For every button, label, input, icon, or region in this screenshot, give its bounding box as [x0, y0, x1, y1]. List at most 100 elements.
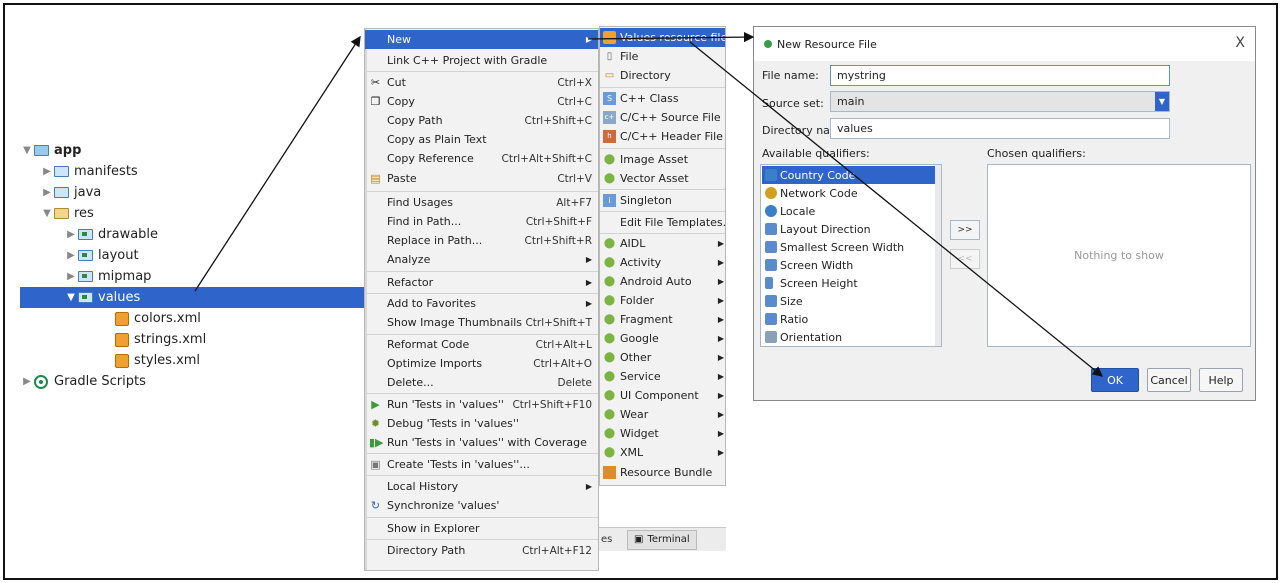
tree-item-res[interactable]: ▼ res	[40, 203, 94, 224]
collapse-arrow-icon[interactable]: ▼	[20, 145, 34, 156]
tree-item-layout[interactable]: ▶ layout	[64, 245, 138, 266]
qualifier-smallest-screen-width[interactable]: Smallest Screen Width	[762, 238, 935, 256]
submenu-item-cpp-source[interactable]: c+ C/C++ Source File	[600, 108, 725, 127]
submenu-item-cpp-class[interactable]: S C++ Class	[600, 89, 725, 108]
help-button[interactable]: Help	[1199, 368, 1243, 392]
qualifier-country-code[interactable]: Country Code	[762, 166, 935, 184]
submenu-item-image-asset[interactable]: ⬤ Image Asset	[600, 150, 725, 169]
collapse-arrow-icon[interactable]: ▼	[40, 208, 54, 219]
network-code-icon	[765, 187, 777, 199]
tree-item-app[interactable]: ▼ app	[20, 140, 81, 161]
tree-item-label: java	[74, 185, 102, 200]
menu-item-copy-reference[interactable]: Copy Reference Ctrl+Alt+Shift+C	[365, 149, 598, 168]
expand-arrow-icon[interactable]: ▶	[64, 229, 78, 240]
submenu-item-xml[interactable]: ⬤ XML ▶	[600, 443, 725, 462]
available-qualifiers-list[interactable]: Country Code Network Code Locale Layout …	[760, 164, 942, 347]
tree-item-values[interactable]: ▼ values	[20, 287, 365, 308]
menu-item-local-history[interactable]: Local History ▶	[365, 477, 598, 496]
qualifier-size[interactable]: Size	[762, 292, 935, 310]
chosen-qualifiers-list[interactable]: Nothing to show	[987, 164, 1251, 347]
qualifier-screen-height[interactable]: Screen Height	[762, 274, 935, 292]
submenu-item-values-resource-file[interactable]: Values resource file	[600, 28, 725, 47]
menu-item-analyze[interactable]: Analyze ▶	[365, 250, 598, 269]
tree-item-mipmap[interactable]: ▶ mipmap	[64, 266, 151, 287]
menu-item-optimize-imports[interactable]: Optimize Imports Ctrl+Alt+O	[365, 354, 598, 373]
source-set-select[interactable]: main ▼	[830, 91, 1170, 112]
expand-arrow-icon[interactable]: ▶	[40, 187, 54, 198]
submenu-item-aidl[interactable]: ⬤ AIDL ▶	[600, 234, 725, 253]
submenu-arrow-icon: ▶	[717, 258, 724, 267]
tree-item-gradle-scripts[interactable]: ▶ Gradle Scripts	[20, 371, 146, 392]
qualifier-layout-direction[interactable]: Layout Direction	[762, 220, 935, 238]
menu-item-show-in-explorer[interactable]: Show in Explorer	[365, 519, 598, 538]
tree-item-colors-xml[interactable]: colors.xml	[115, 308, 201, 329]
qualifier-locale[interactable]: Locale	[762, 202, 935, 220]
menu-item-replace-in-path[interactable]: Replace in Path... Ctrl+Shift+R	[365, 231, 598, 250]
submenu-item-directory[interactable]: ▭ Directory	[600, 66, 725, 85]
submenu-item-resource-bundle[interactable]: Resource Bundle	[600, 463, 725, 482]
menu-item-find-in-path[interactable]: Find in Path... Ctrl+Shift+F	[365, 212, 598, 231]
add-qualifier-button[interactable]: >>	[950, 220, 980, 240]
tree-item-manifests[interactable]: ▶ manifests	[40, 161, 138, 182]
expand-arrow-icon[interactable]: ▶	[64, 250, 78, 261]
tree-item-java[interactable]: ▶ java	[40, 182, 101, 203]
submenu-item-vector-asset[interactable]: ⬤ Vector Asset	[600, 169, 725, 188]
menu-item-run-with-coverage[interactable]: ▮▶ Run 'Tests in 'values'' with Coverage	[365, 433, 598, 452]
collapse-arrow-icon[interactable]: ▼	[64, 292, 78, 303]
submenu-item-android-auto[interactable]: ⬤ Android Auto ▶	[600, 272, 725, 291]
menu-item-refactor[interactable]: Refactor ▶	[365, 273, 598, 292]
expand-arrow-icon[interactable]: ▶	[20, 376, 34, 387]
qualifier-screen-width[interactable]: Screen Width	[762, 256, 935, 274]
menu-item-run-tests[interactable]: ▶ Run 'Tests in 'values'' Ctrl+Shift+F10	[365, 395, 598, 414]
submenu-item-folder[interactable]: ⬤ Folder ▶	[600, 291, 725, 310]
submenu-item-widget[interactable]: ⬤ Widget ▶	[600, 424, 725, 443]
menu-item-create-tests[interactable]: ▣ Create 'Tests in 'values''...	[365, 455, 598, 474]
submenu-item-edit-file-templates[interactable]: Edit File Templates...	[600, 213, 725, 232]
close-button[interactable]: X	[1235, 35, 1245, 51]
expand-arrow-icon[interactable]: ▶	[40, 166, 54, 177]
tree-item-drawable[interactable]: ▶ drawable	[64, 224, 158, 245]
menu-item-copy-plain-text[interactable]: Copy as Plain Text	[365, 130, 598, 149]
chevron-down-icon[interactable]: ▼	[1155, 92, 1169, 111]
menu-item-synchronize[interactable]: ↻ Synchronize 'values'	[365, 496, 598, 515]
menu-item-new[interactable]: New ▶	[365, 30, 598, 49]
submenu-item-cpp-header[interactable]: h C/C++ Header File	[600, 127, 725, 146]
expand-arrow-icon[interactable]: ▶	[64, 271, 78, 282]
menu-item-add-to-favorites[interactable]: Add to Favorites ▶	[365, 294, 598, 313]
submenu-item-singleton[interactable]: i Singleton	[600, 191, 725, 210]
menu-item-reformat-code[interactable]: Reformat Code Ctrl+Alt+L	[365, 335, 598, 354]
file-name-input[interactable]: mystring	[830, 65, 1170, 86]
directory-name-input[interactable]: values	[830, 118, 1170, 139]
submenu-item-ui-component[interactable]: ⬤ UI Component ▶	[600, 386, 725, 405]
menu-item-show-image-thumbnails[interactable]: Show Image Thumbnails Ctrl+Shift+T	[365, 313, 598, 332]
menu-item-copy[interactable]: ❐ Copy Ctrl+C	[365, 92, 598, 111]
terminal-tab[interactable]: ▣ Terminal	[627, 529, 697, 550]
menu-item-label: Show Image Thumbnails	[387, 316, 523, 329]
menu-item-label: New	[387, 33, 411, 46]
menu-item-copy-path[interactable]: Copy Path Ctrl+Shift+C	[365, 111, 598, 130]
remove-qualifier-button[interactable]: <<	[950, 249, 980, 269]
submenu-item-other[interactable]: ⬤ Other ▶	[600, 348, 725, 367]
menu-item-paste[interactable]: ▤ Paste Ctrl+V	[365, 169, 598, 188]
ok-button[interactable]: OK	[1091, 368, 1139, 392]
submenu-item-service[interactable]: ⬤ Service ▶	[600, 367, 725, 386]
menu-item-find-usages[interactable]: Find Usages Alt+F7	[365, 193, 598, 212]
menu-item-debug-tests[interactable]: ✹ Debug 'Tests in 'values''	[365, 414, 598, 433]
submenu-item-wear[interactable]: ⬤ Wear ▶	[600, 405, 725, 424]
list-scrollbar[interactable]	[935, 165, 941, 346]
qualifier-network-code[interactable]: Network Code	[762, 184, 935, 202]
submenu-item-file[interactable]: ▯ File	[600, 47, 725, 66]
submenu-arrow-icon: ▶	[585, 278, 592, 287]
menu-item-link-cpp[interactable]: Link C++ Project with Gradle	[365, 51, 598, 70]
submenu-item-google[interactable]: ⬤ Google ▶	[600, 329, 725, 348]
submenu-item-fragment[interactable]: ⬤ Fragment ▶	[600, 310, 725, 329]
submenu-item-activity[interactable]: ⬤ Activity ▶	[600, 253, 725, 272]
menu-item-directory-path[interactable]: Directory Path Ctrl+Alt+F12	[365, 541, 598, 560]
tree-item-styles-xml[interactable]: styles.xml	[115, 350, 200, 371]
menu-item-delete[interactable]: Delete... Delete	[365, 373, 598, 392]
qualifier-orientation[interactable]: Orientation	[762, 328, 935, 346]
qualifier-ratio[interactable]: Ratio	[762, 310, 935, 328]
cancel-button[interactable]: Cancel	[1147, 368, 1191, 392]
tree-item-strings-xml[interactable]: strings.xml	[115, 329, 206, 350]
menu-item-cut[interactable]: ✂ Cut Ctrl+X	[365, 73, 598, 92]
